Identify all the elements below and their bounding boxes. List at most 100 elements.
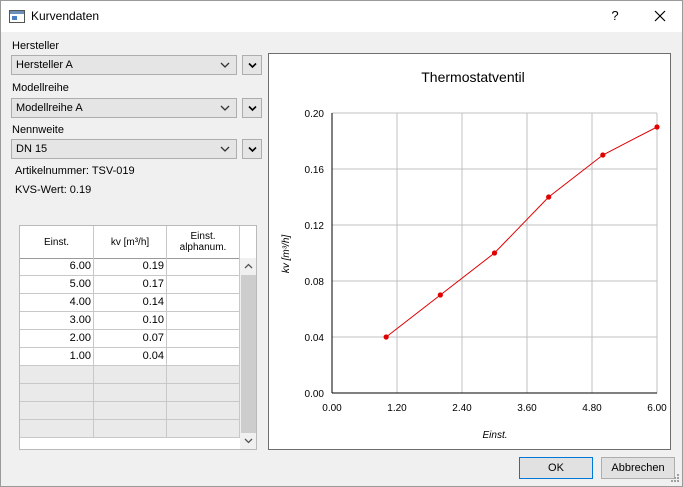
data-point — [383, 334, 389, 340]
kvs-value-text: KVS-Wert: 0.19 — [15, 184, 92, 196]
resize-grip-icon[interactable] — [668, 473, 680, 485]
cell-alphanum[interactable] — [167, 258, 240, 275]
cell-kv[interactable]: 0.19 — [94, 258, 167, 275]
cell-alphanum[interactable] — [167, 294, 240, 311]
table-header: Einst. kv [m³/h] Einst. alphanum. — [20, 226, 240, 259]
chart-title: Thermostatventil — [421, 69, 524, 85]
scroll-down-button[interactable] — [240, 433, 256, 449]
modellreihe-label: Modellreihe — [12, 82, 69, 94]
x-tick-label: 4.80 — [582, 403, 602, 414]
cell-kv[interactable]: 0.04 — [94, 348, 167, 365]
x-axis-ticks: 0.00 1.20 2.40 3.60 4.80 6.00 — [322, 403, 667, 414]
y-tick-label: 0.08 — [305, 277, 325, 288]
table-row[interactable]: 3.00 0.10 — [20, 312, 240, 330]
table-row[interactable]: 5.00 0.17 — [20, 276, 240, 294]
scroll-up-button[interactable] — [240, 258, 256, 275]
close-icon — [654, 10, 666, 22]
series-line — [385, 126, 658, 338]
cancel-button[interactable]: Abbrechen — [601, 457, 675, 479]
table-row[interactable]: 1.00 0.04 — [20, 348, 240, 366]
table-row[interactable]: 2.00 0.07 — [20, 330, 240, 348]
y-tick-label: 0.20 — [305, 109, 325, 120]
column-header-alphanum[interactable]: Einst. alphanum. — [167, 226, 240, 258]
chevron-down-icon — [248, 146, 257, 153]
nennweite-dropdown-button[interactable] — [242, 139, 262, 159]
table-row[interactable] — [20, 384, 240, 402]
hersteller-label: Hersteller — [12, 40, 60, 52]
kv-curve-chart: Thermostatventil 0.00 1.20 2.40 3.60 4.80 6.0… — [281, 69, 667, 441]
cell-einst[interactable] — [20, 420, 94, 437]
cell-einst[interactable] — [20, 366, 94, 383]
artikelnummer-text: Artikelnummer: TSV-019 — [15, 165, 135, 177]
table-row[interactable] — [20, 420, 240, 438]
cell-kv[interactable] — [94, 420, 167, 437]
x-axis-label: Einst. — [482, 430, 507, 441]
x-tick-label: 3.60 — [517, 403, 537, 414]
y-tick-label: 0.00 — [305, 389, 325, 400]
cell-kv[interactable] — [94, 384, 167, 401]
window-title: Kurvendaten — [31, 9, 100, 23]
cell-alphanum[interactable] — [167, 348, 240, 365]
cell-alphanum[interactable] — [167, 312, 240, 329]
cell-einst[interactable]: 6.00 — [20, 258, 94, 275]
curve-data-table: Einst. kv [m³/h] Einst. alphanum. 6.00 0.… — [19, 225, 257, 450]
table-row[interactable]: 6.00 0.19 — [20, 258, 240, 276]
y-tick-label: 0.04 — [305, 333, 325, 344]
cell-kv[interactable] — [94, 366, 167, 383]
data-point — [546, 194, 552, 200]
chevron-up-icon — [244, 263, 253, 269]
cell-kv[interactable]: 0.17 — [94, 276, 167, 293]
y-axis-ticks: 0.00 0.04 0.08 0.12 0.16 0.20 — [305, 109, 325, 400]
cell-alphanum[interactable] — [167, 420, 240, 437]
x-tick-label: 0.00 — [322, 403, 342, 414]
column-header-einst[interactable]: Einst. — [20, 226, 94, 258]
cell-einst[interactable]: 2.00 — [20, 330, 94, 347]
data-point — [491, 250, 498, 256]
table-row[interactable]: 4.00 0.14 — [20, 294, 240, 312]
modellreihe-select[interactable]: Modellreihe A — [11, 98, 237, 118]
cell-alphanum[interactable] — [167, 366, 240, 383]
nennweite-label: Nennweite — [12, 124, 64, 136]
cell-kv[interactable]: 0.07 — [94, 330, 167, 347]
x-tick-label: 2.40 — [452, 403, 472, 414]
cell-einst[interactable] — [20, 402, 94, 419]
cell-kv[interactable]: 0.10 — [94, 312, 167, 329]
cell-kv[interactable]: 0.14 — [94, 294, 167, 311]
cell-einst[interactable]: 3.00 — [20, 312, 94, 329]
table-row[interactable] — [20, 402, 240, 420]
dialog-window: Kurvendaten ? Hersteller Hersteller A Mo… — [0, 0, 683, 487]
data-point — [600, 152, 606, 158]
cell-einst[interactable] — [20, 384, 94, 401]
table-scrollbar[interactable] — [240, 258, 256, 449]
cell-einst[interactable]: 1.00 — [20, 348, 94, 365]
y-tick-label: 0.16 — [305, 165, 325, 176]
column-header-alphanum-label: Einst. alphanum. — [179, 231, 227, 253]
close-button[interactable] — [646, 5, 674, 27]
x-tick-label: 6.00 — [647, 403, 667, 414]
data-point — [654, 124, 660, 130]
scrollbar-thumb[interactable] — [241, 275, 256, 433]
nennweite-value: DN 15 — [16, 143, 48, 155]
column-header-kv[interactable]: kv [m³/h] — [94, 226, 167, 258]
title-bar: Kurvendaten ? — [1, 1, 682, 32]
help-button[interactable]: ? — [601, 5, 629, 27]
cell-alphanum[interactable] — [167, 276, 240, 293]
cell-alphanum[interactable] — [167, 330, 240, 347]
cell-alphanum[interactable] — [167, 384, 240, 401]
cell-kv[interactable] — [94, 402, 167, 419]
nennweite-select[interactable]: DN 15 — [11, 139, 237, 159]
modellreihe-value: Modellreihe A — [16, 102, 83, 114]
x-tick-label: 1.20 — [387, 403, 407, 414]
table-row[interactable] — [20, 366, 240, 384]
chevron-down-icon — [248, 105, 257, 112]
cell-einst[interactable]: 5.00 — [20, 276, 94, 293]
chevron-down-icon — [220, 62, 230, 68]
hersteller-select[interactable]: Hersteller A — [11, 55, 237, 75]
window-icon — [9, 10, 25, 23]
cell-einst[interactable]: 4.00 — [20, 294, 94, 311]
hersteller-dropdown-button[interactable] — [242, 55, 262, 75]
modellreihe-dropdown-button[interactable] — [242, 98, 262, 118]
chevron-down-icon — [220, 105, 230, 111]
ok-button[interactable]: OK — [519, 457, 593, 479]
cell-alphanum[interactable] — [167, 402, 240, 419]
